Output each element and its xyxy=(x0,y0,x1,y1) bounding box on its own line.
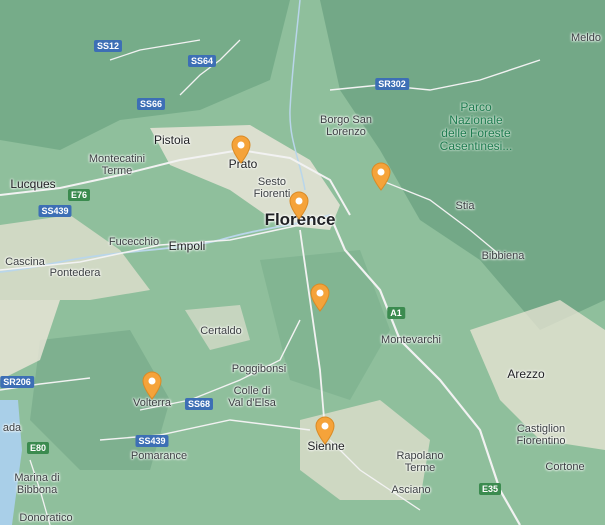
place-label-poggibonsi: Poggibonsi xyxy=(231,363,287,375)
map-pin-icon xyxy=(142,371,162,400)
place-label-castiglion-text: Castiglion Fiorentino xyxy=(516,423,566,447)
place-label-park: Parco Nazionale delle Foreste Casentines… xyxy=(440,101,513,153)
place-label-rapolano-text: Rapolano Terme xyxy=(396,450,444,474)
map-pin-icon xyxy=(310,283,330,312)
road-shield-e35: E35 xyxy=(478,483,502,495)
map-pin-florence[interactable] xyxy=(288,190,310,220)
terrain-layer xyxy=(0,0,605,525)
place-label-colle-text: Colle di Val d'Elsa xyxy=(228,385,276,409)
place-label-sesto: Sesto Fiorenti xyxy=(254,176,291,200)
place-label-sesto-text: Sesto Fiorenti xyxy=(253,176,291,200)
place-label-colle: Colle di Val d'Elsa xyxy=(228,385,276,409)
place-label-cortone: Cortone xyxy=(545,461,585,473)
road-shield-ss68: SS68 xyxy=(184,398,214,410)
place-label-castiglion: Castiglion Fiorentino xyxy=(517,423,566,447)
map-pin-chianti[interactable] xyxy=(309,282,331,312)
place-label-park-text: Parco Nazionale delle Foreste Casentines… xyxy=(439,100,513,153)
map-canvas[interactable]: Pistoia Montecatini Terme Lucques Sesto … xyxy=(0,0,605,525)
place-label-montevarchi: Montevarchi xyxy=(381,334,441,346)
place-label-vada: ada xyxy=(2,422,22,434)
road-shield-a1: A1 xyxy=(387,307,405,319)
place-label-borgo-text: Borgo San Lorenzo xyxy=(320,114,372,138)
road-shield-ss439-north: SS439 xyxy=(38,205,72,217)
road-shield-ss66: SS66 xyxy=(136,98,166,110)
road-shield-e76: E76 xyxy=(67,189,91,201)
map-pin-icon xyxy=(371,162,391,191)
place-label-empoli: Empoli xyxy=(168,239,206,253)
place-label-lucques: Lucques xyxy=(10,177,56,191)
place-label-rapolano: Rapolano Terme xyxy=(396,450,443,474)
road-shield-ss12: SS12 xyxy=(93,40,123,52)
map-pin-sienne[interactable] xyxy=(314,415,336,445)
road-shield-sr302: SR302 xyxy=(375,78,409,90)
place-label-pomarance: Pomarance xyxy=(130,450,188,462)
map-pin-icon xyxy=(289,191,309,220)
place-label-cascina: Cascina xyxy=(5,256,45,268)
place-label-meldo: Meldo xyxy=(571,32,601,44)
place-label-bibbiena: Bibbiena xyxy=(481,250,525,262)
place-label-montecatini-text: Montecatini Terme xyxy=(88,153,146,177)
road-shield-ss64: SS64 xyxy=(187,55,217,67)
road-shield-ss439-south: SS439 xyxy=(135,435,169,447)
place-label-arezzo: Arezzo xyxy=(507,367,545,381)
place-label-donoratico: Donoratico xyxy=(19,512,73,524)
place-label-marina: Marina di Bibbona xyxy=(14,472,59,496)
place-label-marina-text: Marina di Bibbona xyxy=(14,472,60,496)
place-label-fucecchio: Fucecchio xyxy=(108,236,160,248)
map-pin-casentino[interactable] xyxy=(370,161,392,191)
road-shield-e80: E80 xyxy=(26,442,50,454)
map-pin-prato[interactable] xyxy=(230,134,252,164)
place-label-stia: Stia xyxy=(455,200,475,212)
place-label-borgo: Borgo San Lorenzo xyxy=(320,114,372,138)
place-label-pontedera: Pontedera xyxy=(49,267,101,279)
place-label-certaldo: Certaldo xyxy=(200,325,242,337)
map-pin-volterra[interactable] xyxy=(141,370,163,400)
place-label-asciano: Asciano xyxy=(391,484,431,496)
map-pin-icon xyxy=(231,135,251,164)
place-label-montecatini: Montecatini Terme xyxy=(89,153,145,177)
place-label-pistoia: Pistoia xyxy=(153,133,191,147)
map-pin-icon xyxy=(315,416,335,445)
road-shield-sr206: SR206 xyxy=(0,376,34,388)
